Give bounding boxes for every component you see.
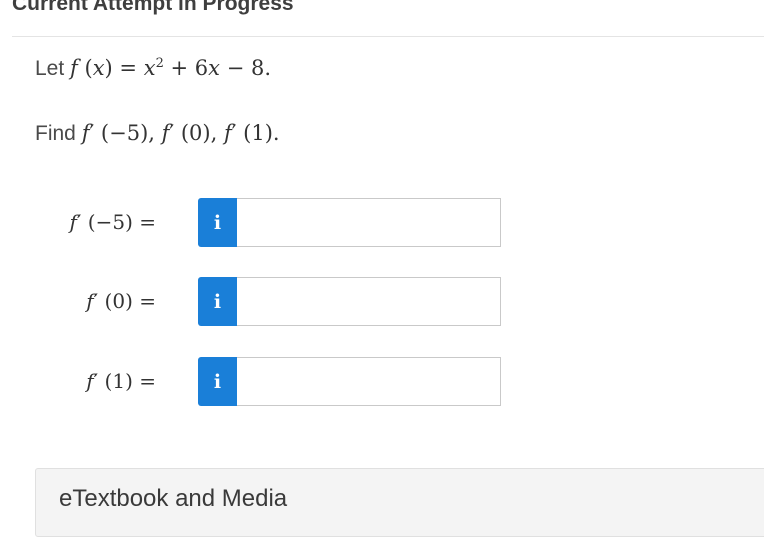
exponent: 2 [155,56,164,71]
answer-input-f-prime-1[interactable] [237,357,501,406]
plus-term: + 6 [170,56,209,80]
answer-label-rest: ′ (0) = [93,289,156,313]
answer-label-rest: ′ (1) = [93,369,156,393]
header-divider [12,36,764,37]
find-word: Find [35,122,76,145]
answer-label-func: f [86,289,94,313]
let-word: Let [35,57,65,80]
page-title: Current Attempt in Progress [12,0,294,15]
answer-label: f′ (−5) = [69,210,156,234]
etextbook-media-label: eTextbook and Media [59,485,288,512]
find-arg-2: ′ (0), [169,121,224,145]
find-arg-3: ′ (1). [231,121,280,145]
find-expression: f′ (−5), f′ (0), f′ (1). [82,121,280,145]
equals-sign: = [119,56,138,80]
minus-term: − 8. [226,56,272,80]
info-icon[interactable]: i [198,277,237,326]
answer-label-rest: ′ (−5) = [76,210,156,234]
answer-label-func: f [69,210,77,234]
answer-input-f-prime-0[interactable] [237,277,501,326]
answer-label: f′ (0) = [86,289,156,313]
term-6x-var: x [208,56,221,80]
info-icon[interactable]: i [198,357,237,406]
question-prompt: Find f′ (−5), f′ (0), f′ (1). [35,121,280,146]
info-icon[interactable]: i [198,198,237,247]
term-x: x [143,56,156,80]
answer-label: f′ (1) = [86,369,156,393]
answer-row-f-prime-neg5: f′ (−5) = i [0,198,764,247]
find-func-3: f [223,121,232,145]
etextbook-media-panel[interactable]: eTextbook and Media [35,468,764,537]
answer-row-f-prime-0: f′ (0) = i [0,277,764,326]
find-arg-1: ′ (−5), [89,121,162,145]
question-definition: Let f (x) = x2 + 6x − 8. [35,56,271,81]
answer-input-f-prime-neg5[interactable] [237,198,501,247]
answer-row-f-prime-1: f′ (1) = i [0,357,764,406]
function-variable: x [92,56,105,80]
function-name: f [70,56,78,80]
function-expression: f (x) = x2 + 6x − 8. [70,56,272,80]
answer-label-func: f [86,369,94,393]
